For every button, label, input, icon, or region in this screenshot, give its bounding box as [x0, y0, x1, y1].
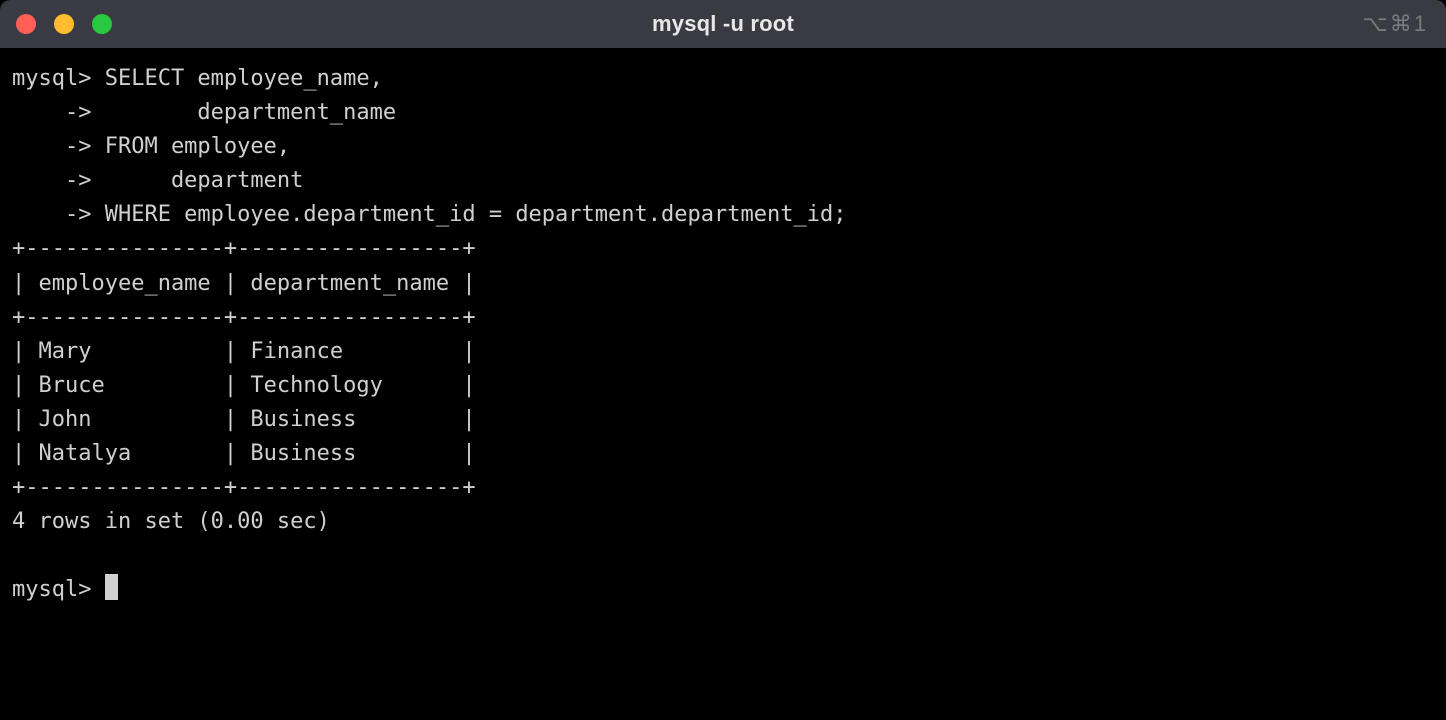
table-row: | John | Business | — [12, 403, 1434, 437]
shortcut-hint: ⌥⌘1 — [1362, 11, 1428, 37]
query-line: -> WHERE employee.department_id = depart… — [12, 198, 1434, 232]
result-summary: 4 rows in set (0.00 sec) — [12, 505, 1434, 539]
table-border: +---------------+-----------------+ — [12, 471, 1434, 505]
titlebar: mysql -u root ⌥⌘1 — [0, 0, 1446, 48]
window-title: mysql -u root — [0, 11, 1446, 37]
cursor-icon — [105, 574, 118, 600]
table-row: | Bruce | Technology | — [12, 369, 1434, 403]
query-line: -> department_name — [12, 96, 1434, 130]
terminal-window: mysql -u root ⌥⌘1 mysql> SELECT employee… — [0, 0, 1446, 720]
query-line: -> FROM employee, — [12, 130, 1434, 164]
table-row: | Natalya | Business | — [12, 437, 1434, 471]
close-icon[interactable] — [16, 14, 36, 34]
query-line: mysql> SELECT employee_name, — [12, 62, 1434, 96]
minimize-icon[interactable] — [54, 14, 74, 34]
table-header: | employee_name | department_name | — [12, 267, 1434, 301]
traffic-lights — [16, 14, 112, 34]
table-border: +---------------+-----------------+ — [12, 232, 1434, 266]
maximize-icon[interactable] — [92, 14, 112, 34]
table-border: +---------------+-----------------+ — [12, 301, 1434, 335]
query-line: -> department — [12, 164, 1434, 198]
blank-line — [12, 539, 1434, 573]
terminal-body[interactable]: mysql> SELECT employee_name, -> departme… — [0, 48, 1446, 720]
mysql-prompt: mysql> — [12, 577, 105, 602]
table-row: | Mary | Finance | — [12, 335, 1434, 369]
